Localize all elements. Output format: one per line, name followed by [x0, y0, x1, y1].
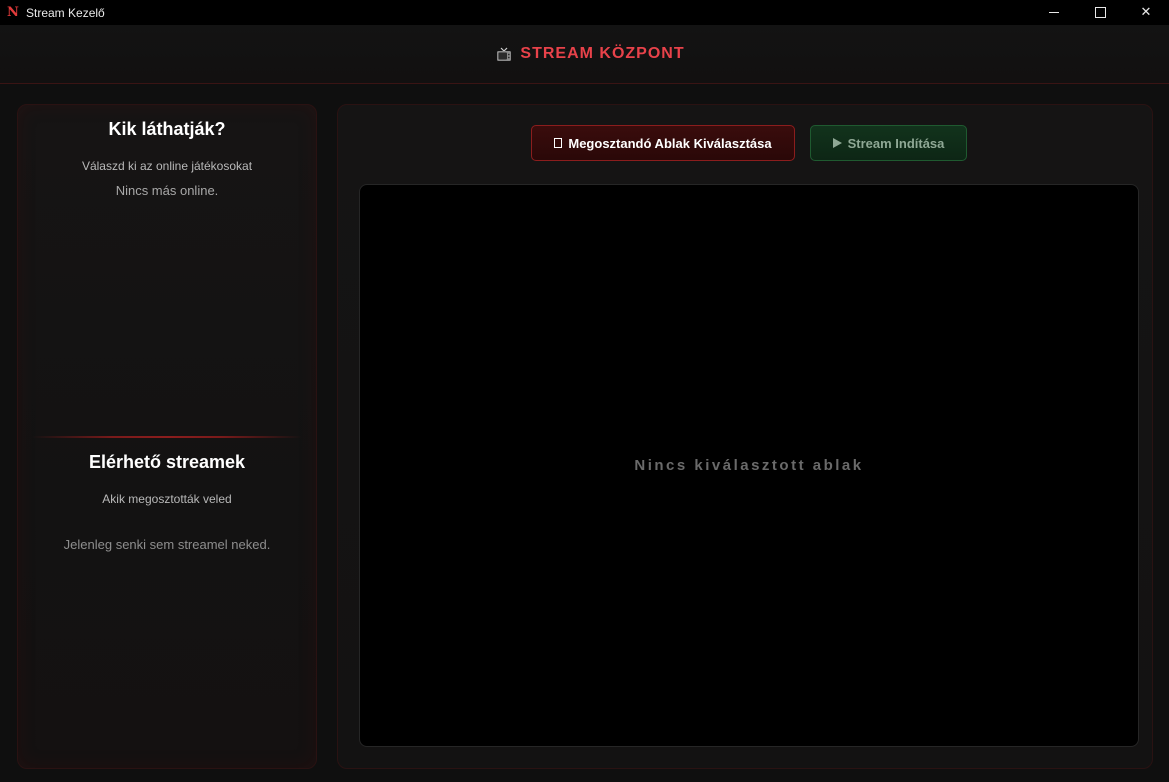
minimize-button[interactable]: [1031, 0, 1077, 25]
streams-section-subtitle: Akik megosztották veled: [102, 492, 232, 506]
close-icon: ✕: [1140, 5, 1152, 20]
select-window-label: Megosztandó Ablak Kiválasztása: [568, 135, 772, 151]
close-button[interactable]: ✕: [1123, 0, 1169, 25]
section-divider: [32, 436, 302, 438]
streams-empty-note: Jelenleg senki sem streamel neked.: [63, 537, 271, 552]
minimize-icon: [1049, 12, 1059, 13]
start-stream-label: Stream Indítása: [847, 135, 945, 151]
app-logo-icon: N: [7, 4, 19, 20]
title-bar: N Stream Kezelő ✕: [0, 0, 1169, 25]
viewers-empty-note: Nincs más online.: [115, 183, 219, 198]
page-header: STREAM KÖZPONT: [0, 25, 1169, 84]
preview-placeholder: Nincs kiválasztott ablak: [634, 457, 864, 474]
maximize-icon: [1094, 7, 1106, 18]
window-title: Stream Kezelő: [26, 5, 105, 20]
viewers-section-title: Kik láthatják?: [108, 119, 226, 139]
window-controls: ✕: [1031, 0, 1169, 25]
page-title: STREAM KÖZPONT: [520, 45, 685, 62]
maximize-button[interactable]: [1077, 0, 1123, 25]
start-stream-button[interactable]: Stream Indítása: [810, 125, 967, 161]
window-icon: [554, 138, 563, 148]
header-title-group: STREAM KÖZPONT: [496, 45, 684, 63]
sidebar-panel: Kik láthatják? Válaszd ki az online játé…: [17, 104, 317, 769]
main-panel: Megosztandó Ablak Kiválasztása Stream In…: [337, 104, 1153, 769]
select-window-button[interactable]: Megosztandó Ablak Kiválasztása: [531, 125, 795, 161]
tv-icon: [496, 46, 512, 62]
play-icon: [832, 138, 842, 148]
viewers-section-subtitle: Válaszd ki az online játékosokat: [81, 159, 253, 173]
streams-section-title: Elérhető streamek: [88, 452, 246, 472]
app-window: N Stream Kezelő ✕ STREAM KÖZPONT Kik lát…: [0, 0, 1169, 782]
stream-preview: Nincs kiválasztott ablak: [359, 184, 1139, 747]
